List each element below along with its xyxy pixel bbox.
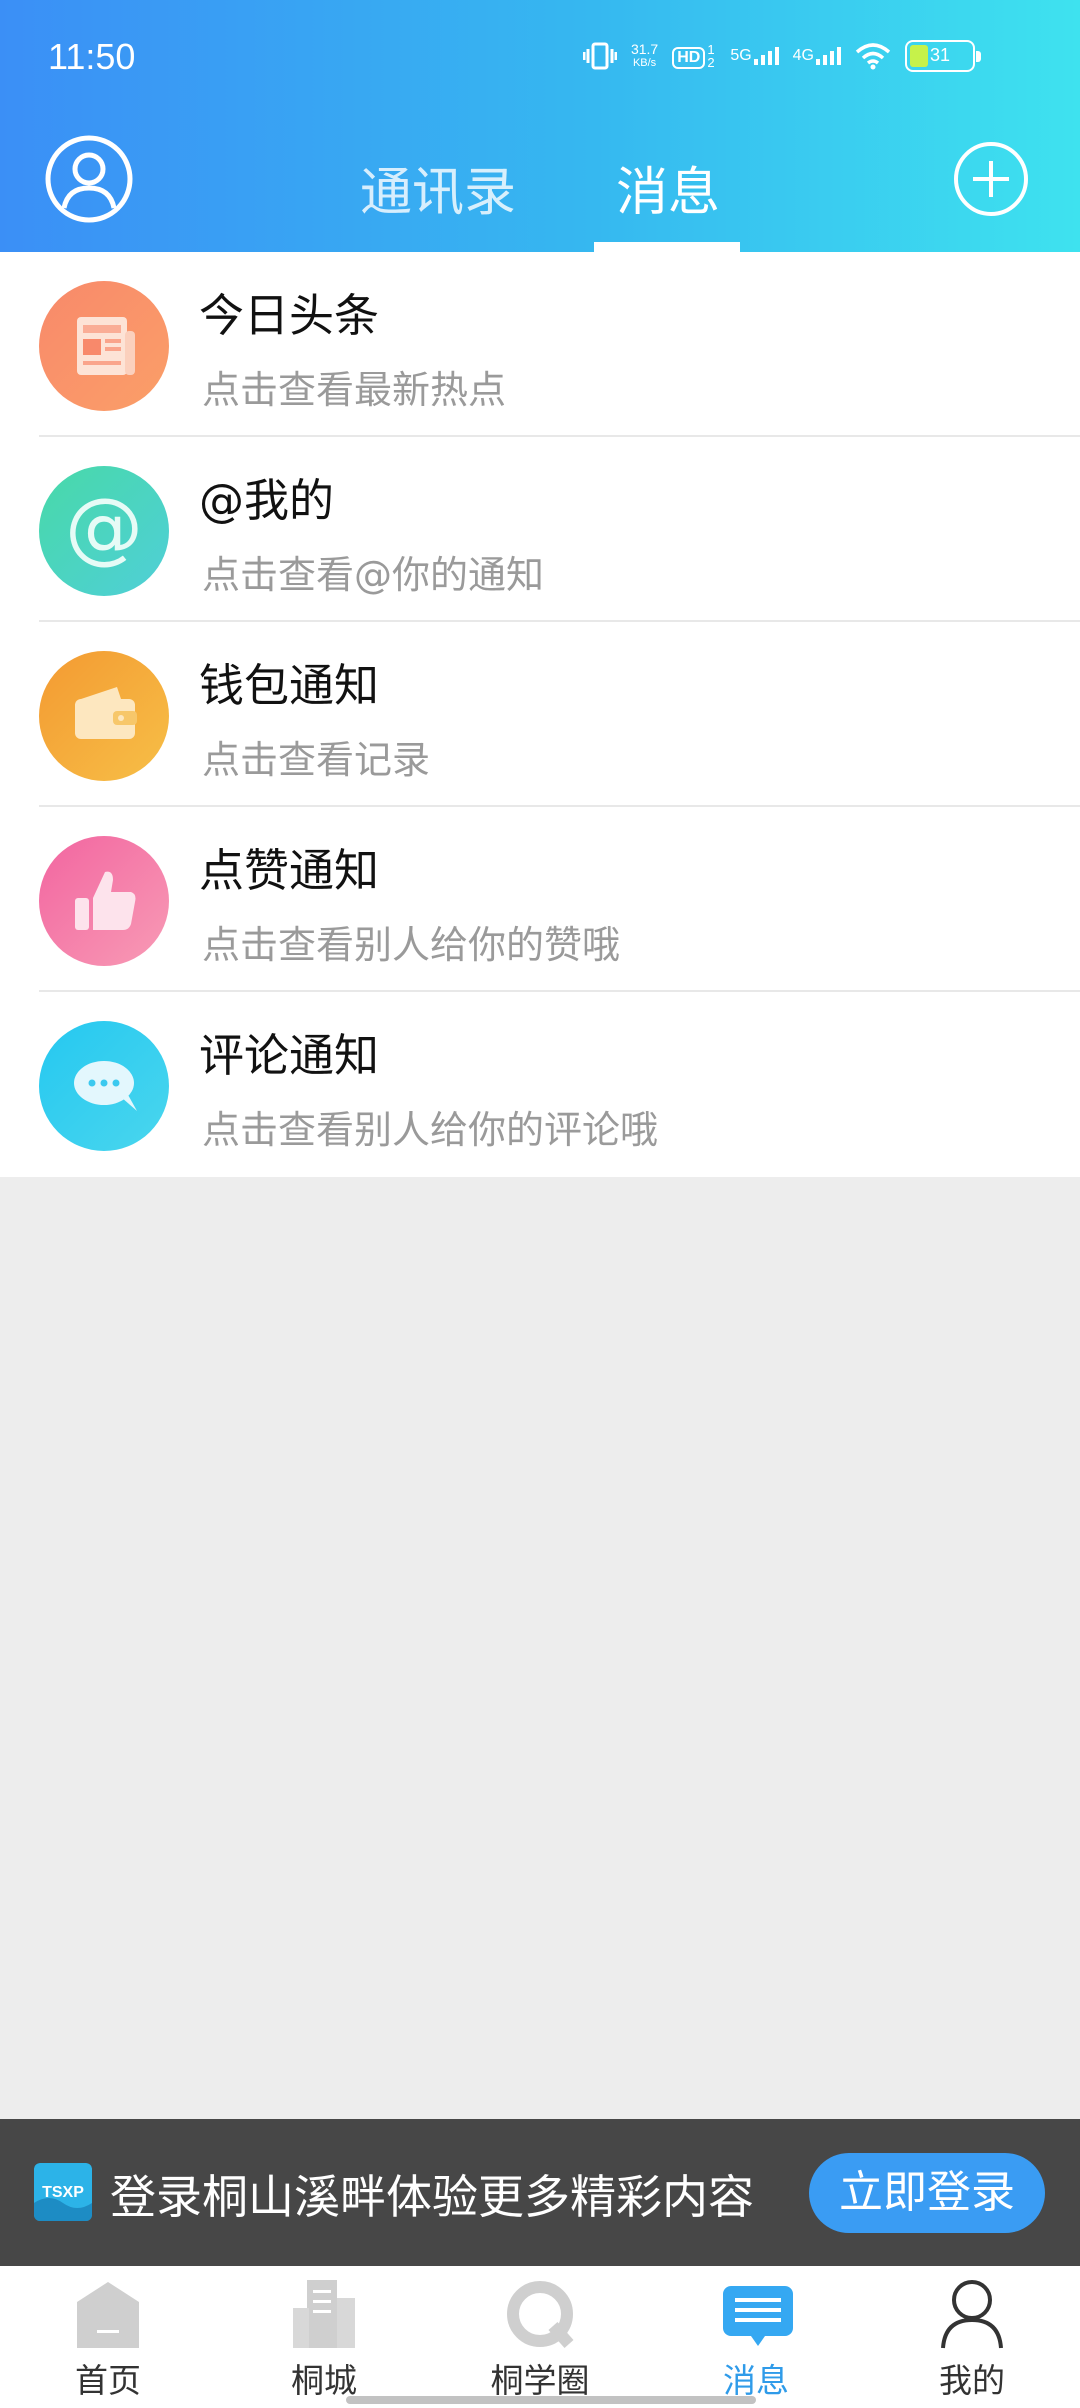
top-header: 11:50 31.7 KB/s HD 12 5G 4G 31 通讯录 消息 <box>0 0 1080 252</box>
message-item-mentions[interactable]: @ @我的 点击查看@你的通知 <box>0 437 1080 622</box>
message-title: 钱包通知 <box>199 659 380 712</box>
nav-profile[interactable]: 我的 <box>864 2266 1080 2408</box>
message-title: 点赞通知 <box>199 844 380 897</box>
signal-bars-icon <box>753 47 779 65</box>
battery-icon: 31 <box>905 40 981 72</box>
nav-circle[interactable]: 桐学圈 <box>432 2266 648 2408</box>
active-tab-indicator <box>594 242 740 252</box>
message-subtitle: 点击查看别人给你的评论哦 <box>202 1108 659 1152</box>
nav-home[interactable]: 首页 <box>0 2266 216 2408</box>
comment-icon <box>39 1021 169 1151</box>
message-title: @我的 <box>199 474 335 527</box>
message-title: 今日头条 <box>199 289 380 342</box>
message-subtitle: 点击查看@你的通知 <box>202 553 545 597</box>
at-icon: @ <box>39 466 169 596</box>
bottom-nav: 首页 桐城 桐学圈 消息 我的 <box>0 2266 1080 2408</box>
nav-label: 我的 <box>939 2361 1005 2400</box>
home-icon <box>77 2282 139 2348</box>
wifi-icon <box>855 43 891 70</box>
nav-label: 首页 <box>75 2361 141 2400</box>
tab-messages[interactable]: 消息 <box>616 150 720 225</box>
message-item-wallet[interactable]: 钱包通知 点击查看记录 <box>0 622 1080 807</box>
nav-messages[interactable]: 消息 <box>648 2266 864 2408</box>
network-speed: 31.7 KB/s <box>631 42 658 70</box>
login-button[interactable]: 立即登录 <box>809 2153 1045 2233</box>
message-item-comments[interactable]: 评论通知 点击查看别人给你的评论哦 <box>0 992 1080 1177</box>
message-list: 今日头条 点击查看最新热点 @ @我的 点击查看@你的通知 钱包通知 点击查看记… <box>0 252 1080 1177</box>
status-time: 11:50 <box>48 36 136 77</box>
home-indicator[interactable] <box>346 2396 756 2404</box>
network-speed-value: 31.7 <box>630 41 659 57</box>
hd-label: HD <box>672 47 706 69</box>
message-item-headlines[interactable]: 今日头条 点击查看最新热点 <box>0 252 1080 437</box>
hd-sub: 12 <box>707 42 715 70</box>
nav-city[interactable]: 桐城 <box>216 2266 432 2408</box>
nav-label: 桐城 <box>291 2361 357 2400</box>
app-logo-text: TSXP <box>42 2184 84 2201</box>
signal-5g: 5G <box>730 47 779 65</box>
message-icon <box>723 2286 793 2346</box>
svg-text:@: @ <box>65 483 143 573</box>
message-subtitle: 点击查看最新热点 <box>202 368 507 412</box>
hd-indicator: HD 12 <box>672 43 716 69</box>
app-logo-icon: TSXP <box>34 2163 92 2221</box>
status-bar: 11:50 31.7 KB/s HD 12 5G 4G 31 <box>0 0 1080 120</box>
login-banner: TSXP 登录桐山溪畔体验更多精彩内容 立即登录 <box>0 2119 1080 2266</box>
signal-4g-label: 4G <box>792 47 814 64</box>
signal-bars-icon <box>816 47 841 65</box>
tab-contacts[interactable]: 通讯录 <box>360 150 516 225</box>
network-speed-unit: KB/s <box>632 57 657 69</box>
message-subtitle: 点击查看别人给你的赞哦 <box>202 923 621 967</box>
login-banner-text: 登录桐山溪畔体验更多精彩内容 <box>110 2170 754 2224</box>
header-tabs: 通讯录 消息 <box>0 120 1080 252</box>
profile-icon <box>941 2280 1003 2349</box>
vibrate-icon <box>582 42 617 70</box>
nav-label: 消息 <box>723 2361 789 2400</box>
message-title: 评论通知 <box>199 1029 380 1082</box>
newspaper-icon <box>39 281 169 411</box>
battery-level: 31 <box>929 45 951 65</box>
circle-icon <box>507 2281 574 2348</box>
battery-tip <box>976 51 981 62</box>
add-icon[interactable] <box>953 141 1029 217</box>
nav-label: 桐学圈 <box>490 2361 590 2400</box>
wallet-icon <box>39 651 169 781</box>
thumbs-up-icon <box>39 836 169 966</box>
message-subtitle: 点击查看记录 <box>202 738 431 782</box>
signal-5g-label: 5G <box>730 47 752 64</box>
signal-4g: 4G <box>793 47 841 65</box>
message-item-likes[interactable]: 点赞通知 点击查看别人给你的赞哦 <box>0 807 1080 992</box>
status-icons: 31.7 KB/s HD 12 5G 4G 31 <box>582 36 981 76</box>
city-icon <box>293 2280 355 2348</box>
